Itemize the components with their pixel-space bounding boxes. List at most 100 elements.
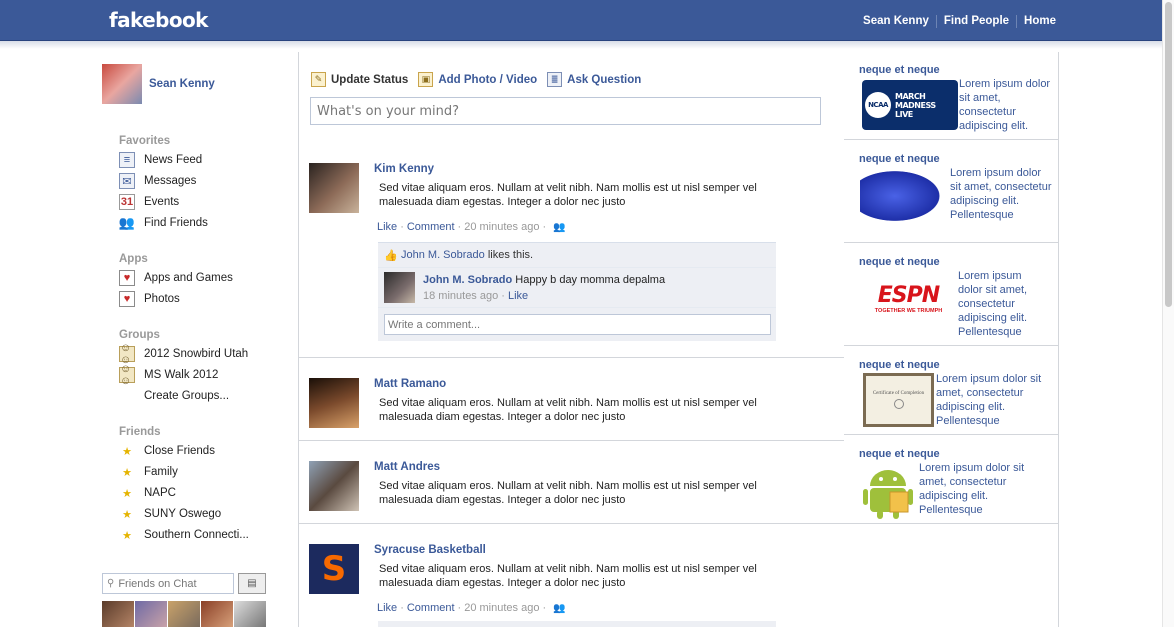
commenter-avatar[interactable]	[384, 272, 415, 303]
sidebar-item-close-friends[interactable]: ★ Close Friends	[119, 442, 215, 460]
thumbs-up-icon: 👍	[384, 250, 398, 262]
post-author-name[interactable]: Matt Ramano	[374, 378, 446, 390]
ad-text[interactable]: Lorem ipsum dolor sit amet, consectetur …	[958, 269, 1048, 339]
post-text: Sed vitae aliquam eros. Nullam at velit …	[379, 182, 757, 208]
nav-profile-link[interactable]: Sean Kenny	[856, 15, 937, 28]
sidebar-item-family[interactable]: ★ Family	[119, 463, 178, 481]
liker-name-link[interactable]: John M. Sobrado	[401, 249, 485, 261]
nav-find-people-link[interactable]: Find People	[937, 15, 1018, 28]
sidebar-item-messages[interactable]: ✉ Messages	[119, 172, 196, 190]
ad-image[interactable]	[860, 462, 917, 520]
sidebar-item-create-groups[interactable]: Create Groups...	[119, 387, 229, 405]
messages-icon: ✉	[119, 173, 135, 189]
post-actions: Like · Comment · 20 minutes ago · 👥	[377, 602, 566, 614]
ad-divider	[844, 345, 1058, 346]
ad-title[interactable]: neque et neque	[859, 448, 940, 460]
star-icon: ★	[122, 508, 132, 521]
sidebar-item-label: Southern Connecti...	[144, 529, 249, 541]
photo-icon: ▣	[418, 72, 434, 87]
comment: John M. Sobrado Happy b day momma depalm…	[378, 268, 776, 308]
write-comment-input[interactable]: Write a comment...	[384, 314, 771, 335]
post-text: Sed vitae aliquam eros. Nullam at velit …	[379, 563, 757, 589]
profile-name[interactable]: Sean Kenny	[149, 78, 215, 90]
ad-text[interactable]: Lorem ipsum dolor sit amet, consectetur …	[919, 461, 1044, 517]
avatar[interactable]	[102, 64, 142, 104]
tab-label: Add Photo / Video	[438, 73, 538, 86]
ad-text[interactable]: Lorem ipsum dolor sit amet, consectetur …	[936, 372, 1058, 428]
post-timestamp[interactable]: 20 minutes ago	[464, 602, 539, 614]
like-link[interactable]: Like	[377, 602, 397, 614]
ad-unit[interactable]: neque et neque Lorem ipsum dolor sit ame…	[859, 448, 1058, 519]
sidebar-item-label: News Feed	[144, 154, 203, 166]
like-link[interactable]: Like	[377, 221, 397, 233]
ad-image[interactable]: Certificate of Completion	[863, 373, 934, 427]
ad-text[interactable]: Lorem ipsum dolor sit amet, consectetur …	[959, 77, 1054, 133]
group-icon: ☺☺	[119, 363, 135, 387]
post-author-name[interactable]: Matt Andres	[374, 461, 440, 473]
ad-image[interactable]: ESPN TOGETHER WE TRIUMPH	[862, 276, 955, 320]
tab-ask-question[interactable]: ≣ Ask Question	[547, 72, 641, 87]
blank-icon	[119, 388, 135, 404]
tab-update-status[interactable]: ✎ Update Status	[311, 72, 408, 87]
tab-label: Ask Question	[567, 73, 642, 86]
ad-title[interactable]: neque et neque	[859, 64, 940, 76]
commenter-name[interactable]: John M. Sobrado	[423, 274, 512, 286]
site-logo[interactable]: fakebook	[109, 8, 208, 32]
sidebar-item-label: Photos	[144, 293, 180, 305]
status-input[interactable]: What's on your mind?	[310, 97, 821, 125]
sidebar-item-events[interactable]: 31 Events	[119, 193, 179, 211]
ncaa-badge: NCAA	[865, 92, 891, 118]
chat-friend-avatar[interactable]	[168, 601, 200, 627]
comment-like-link[interactable]: Like	[508, 290, 528, 302]
sidebar-item-photos[interactable]: ♥ Photos	[119, 290, 180, 308]
comment-link[interactable]: Comment	[407, 602, 455, 614]
sidebar-item-news-feed[interactable]: ≡ News Feed	[119, 151, 202, 169]
ad-text[interactable]: Lorem ipsum dolor sit amet, consectetur …	[950, 166, 1055, 222]
heart-app-icon: ♥	[119, 270, 135, 286]
post-author-avatar[interactable]	[309, 378, 359, 428]
story-divider	[299, 440, 844, 441]
sidebar-item-apps-and-games[interactable]: ♥ Apps and Games	[119, 269, 233, 287]
chat-friend-avatar[interactable]	[135, 601, 167, 627]
sidebar-item-suny-oswego[interactable]: ★ SUNY Oswego	[119, 505, 221, 523]
post-author-avatar[interactable]	[309, 163, 359, 213]
certificate-seal-icon	[893, 399, 904, 409]
column-divider-right	[1058, 52, 1059, 627]
post-timestamp[interactable]: 20 minutes ago	[464, 221, 539, 233]
chat-options-button[interactable]: ▤	[238, 573, 266, 594]
nav-home-link[interactable]: Home	[1017, 15, 1056, 28]
sidebar-item-group-ms-walk[interactable]: ☺☺ MS Walk 2012	[119, 363, 218, 387]
sidebar-item-southern-connecticut[interactable]: ★ Southern Connecti...	[119, 526, 249, 544]
chat-friend-avatar[interactable]	[234, 601, 266, 627]
chat-friend-avatar[interactable]	[102, 601, 134, 627]
ad-title[interactable]: neque et neque	[859, 256, 940, 268]
sidebar-profile[interactable]: Sean Kenny	[102, 64, 215, 104]
heart-app-icon: ♥	[119, 291, 135, 307]
ad-image[interactable]	[860, 167, 947, 225]
comments-box: 👍 John M. Sobrado likes this. John M. So…	[378, 242, 776, 341]
ad-title[interactable]: neque et neque	[859, 359, 940, 371]
column-divider-left	[298, 52, 299, 627]
sidebar-item-napc[interactable]: ★ NAPC	[119, 484, 176, 502]
comment-link[interactable]: Comment	[407, 221, 455, 233]
sidebar-item-group-snowbird[interactable]: ☺☺ 2012 Snowbird Utah	[119, 342, 248, 366]
post-author-name[interactable]: Syracuse Basketball	[374, 544, 486, 556]
ad-image[interactable]: NCAA MARCH MADNESS LIVE	[862, 80, 958, 130]
sidebar-item-label: Find Friends	[144, 217, 208, 229]
post-author-avatar[interactable]	[309, 461, 359, 511]
android-icon	[863, 470, 913, 519]
chat-search-input[interactable]: ⚲ Friends on Chat	[102, 573, 234, 594]
post-author-avatar[interactable]: S	[309, 544, 359, 594]
comment-timestamp[interactable]: 18 minutes ago	[423, 290, 498, 302]
group-icon: ☺☺	[119, 342, 135, 366]
ad-divider	[844, 242, 1058, 243]
chat-friend-avatar[interactable]	[201, 601, 233, 627]
sidebar-item-label: Messages	[144, 175, 197, 187]
scrollbar-thumb[interactable]	[1165, 2, 1172, 307]
post-author-name[interactable]: Kim Kenny	[374, 163, 434, 175]
ad-divider	[844, 139, 1058, 140]
ad-title[interactable]: neque et neque	[859, 153, 940, 165]
sidebar-item-find-friends[interactable]: 👥 Find Friends	[119, 214, 208, 232]
certificate-label: Certificate of Completion	[872, 391, 925, 396]
tab-add-photo-video[interactable]: ▣ Add Photo / Video	[418, 72, 537, 87]
